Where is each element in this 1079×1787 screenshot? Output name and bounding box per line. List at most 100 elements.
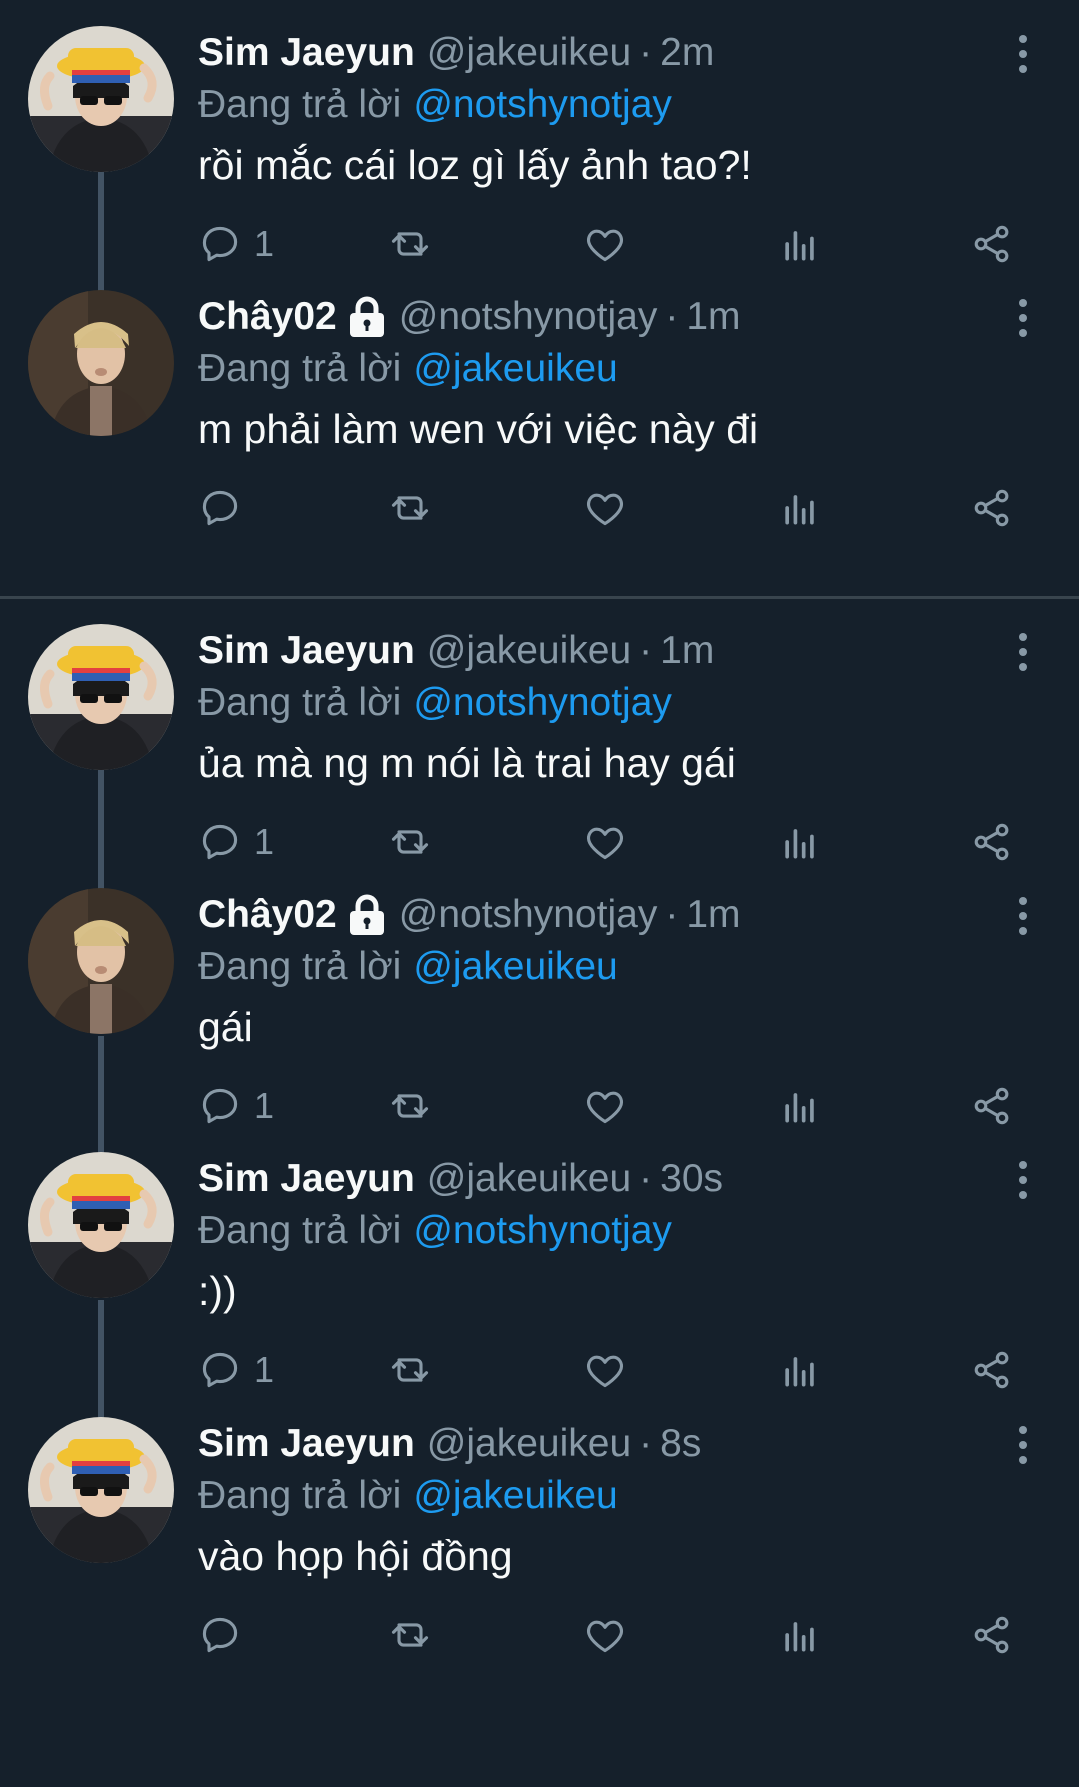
views-button[interactable] (778, 1346, 822, 1394)
tweet-text: gái (198, 1004, 253, 1050)
tweet-header: Sim Jaeyun @jakeuikeu · 8s (198, 1417, 701, 1471)
share-button[interactable] (970, 484, 1014, 532)
reply-button[interactable]: 1 (198, 1082, 274, 1130)
retweet-icon (388, 1084, 432, 1128)
share-icon (970, 1613, 1014, 1657)
user-handle[interactable]: @jakeuikeu (427, 31, 631, 75)
timestamp[interactable]: 30s (660, 1157, 723, 1201)
share-button[interactable] (970, 1346, 1014, 1394)
timestamp[interactable]: 1m (686, 893, 740, 937)
display-name[interactable]: Chây02 (198, 295, 337, 339)
more-vertical-icon[interactable] (1013, 298, 1033, 338)
user-handle[interactable]: @jakeuikeu (427, 629, 631, 673)
retweet-icon (388, 486, 432, 530)
reply-button[interactable]: 1 (198, 818, 274, 866)
user-handle[interactable]: @jakeuikeu (427, 1157, 631, 1201)
timestamp[interactable]: 1m (660, 629, 714, 673)
reply-button[interactable] (198, 484, 254, 532)
replying-to-mention[interactable]: @jakeuikeu (413, 347, 617, 391)
separator-dot: · (665, 295, 679, 338)
reply-button[interactable]: 1 (198, 1346, 274, 1394)
avatar[interactable] (28, 624, 174, 770)
replying-to-mention[interactable]: @notshynotjay (413, 681, 672, 725)
more-vertical-icon[interactable] (1013, 632, 1033, 672)
like-button[interactable] (583, 1346, 627, 1394)
more-vertical-icon[interactable] (1013, 896, 1033, 936)
retweet-icon (388, 1348, 432, 1392)
reply-button[interactable] (198, 1611, 254, 1659)
retweet-button[interactable] (388, 818, 432, 866)
avatar[interactable] (28, 1152, 174, 1298)
like-button[interactable] (583, 1082, 627, 1130)
avatar[interactable] (28, 888, 174, 1034)
user-handle[interactable]: @notshynotjay (399, 893, 658, 937)
display-name[interactable]: Sim Jaeyun (198, 1157, 415, 1201)
retweet-button[interactable] (388, 220, 432, 268)
replying-to-label: Đang trả lời (198, 347, 402, 390)
tweet-actions: 1 (198, 1346, 1018, 1394)
views-button[interactable] (778, 818, 822, 866)
reply-count: 1 (254, 1085, 275, 1126)
heart-icon (583, 820, 627, 864)
reply-icon (198, 1084, 242, 1128)
timestamp[interactable]: 8s (660, 1422, 701, 1466)
replying-to-mention[interactable]: @jakeuikeu (413, 945, 617, 989)
retweet-button[interactable] (388, 1082, 432, 1130)
reply-icon (198, 1348, 242, 1392)
replying-to-line: Đang trả lời @notshynotjay (198, 80, 672, 130)
replying-to-label: Đang trả lời (198, 1209, 402, 1252)
tweet-actions (198, 484, 1018, 532)
retweet-button[interactable] (388, 1346, 432, 1394)
more-vertical-icon[interactable] (1013, 1425, 1033, 1465)
retweet-button[interactable] (388, 1611, 432, 1659)
views-button[interactable] (778, 484, 822, 532)
lock-icon (347, 296, 387, 338)
timestamp[interactable]: 2m (660, 31, 714, 75)
separator-dot: · (639, 629, 653, 672)
reply-icon (198, 486, 242, 530)
like-button[interactable] (583, 220, 627, 268)
reply-button[interactable]: 1 (198, 220, 274, 268)
display-name[interactable]: Chây02 (198, 893, 337, 937)
bar-chart-icon (778, 1348, 822, 1392)
bar-chart-icon (778, 1613, 822, 1657)
like-button[interactable] (583, 1611, 627, 1659)
share-button[interactable] (970, 818, 1014, 866)
share-icon (970, 1084, 1014, 1128)
replying-to-mention[interactable]: @jakeuikeu (413, 1474, 617, 1518)
heart-icon (583, 1084, 627, 1128)
retweet-button[interactable] (388, 484, 432, 532)
avatar[interactable] (28, 1417, 174, 1563)
more-vertical-icon[interactable] (1013, 1160, 1033, 1200)
more-vertical-icon[interactable] (1013, 34, 1033, 74)
display-name[interactable]: Sim Jaeyun (198, 629, 415, 673)
tweet-header: Sim Jaeyun @jakeuikeu · 1m (198, 624, 714, 678)
like-button[interactable] (583, 484, 627, 532)
retweet-icon (388, 820, 432, 864)
views-button[interactable] (778, 1082, 822, 1130)
share-button[interactable] (970, 220, 1014, 268)
timestamp[interactable]: 1m (686, 295, 740, 339)
like-button[interactable] (583, 818, 627, 866)
replying-to-mention[interactable]: @notshynotjay (413, 1209, 672, 1253)
user-handle[interactable]: @notshynotjay (399, 295, 658, 339)
user-handle[interactable]: @jakeuikeu (427, 1422, 631, 1466)
separator-dot: · (639, 1422, 653, 1465)
bar-chart-icon (778, 486, 822, 530)
views-button[interactable] (778, 1611, 822, 1659)
share-button[interactable] (970, 1082, 1014, 1130)
thread-divider (0, 596, 1079, 599)
replying-to-mention[interactable]: @notshynotjay (413, 83, 672, 127)
reply-icon (198, 222, 242, 266)
display-name[interactable]: Sim Jaeyun (198, 31, 415, 75)
reply-icon (198, 1613, 242, 1657)
tweet-actions: 1 (198, 818, 1018, 866)
views-button[interactable] (778, 220, 822, 268)
avatar[interactable] (28, 26, 174, 172)
tweet-header: Chây02 @notshynotjay · 1m (198, 888, 741, 942)
separator-dot: · (639, 31, 653, 74)
share-button[interactable] (970, 1611, 1014, 1659)
replying-to-line: Đang trả lời @notshynotjay (198, 1206, 672, 1256)
avatar[interactable] (28, 290, 174, 436)
display-name[interactable]: Sim Jaeyun (198, 1422, 415, 1466)
